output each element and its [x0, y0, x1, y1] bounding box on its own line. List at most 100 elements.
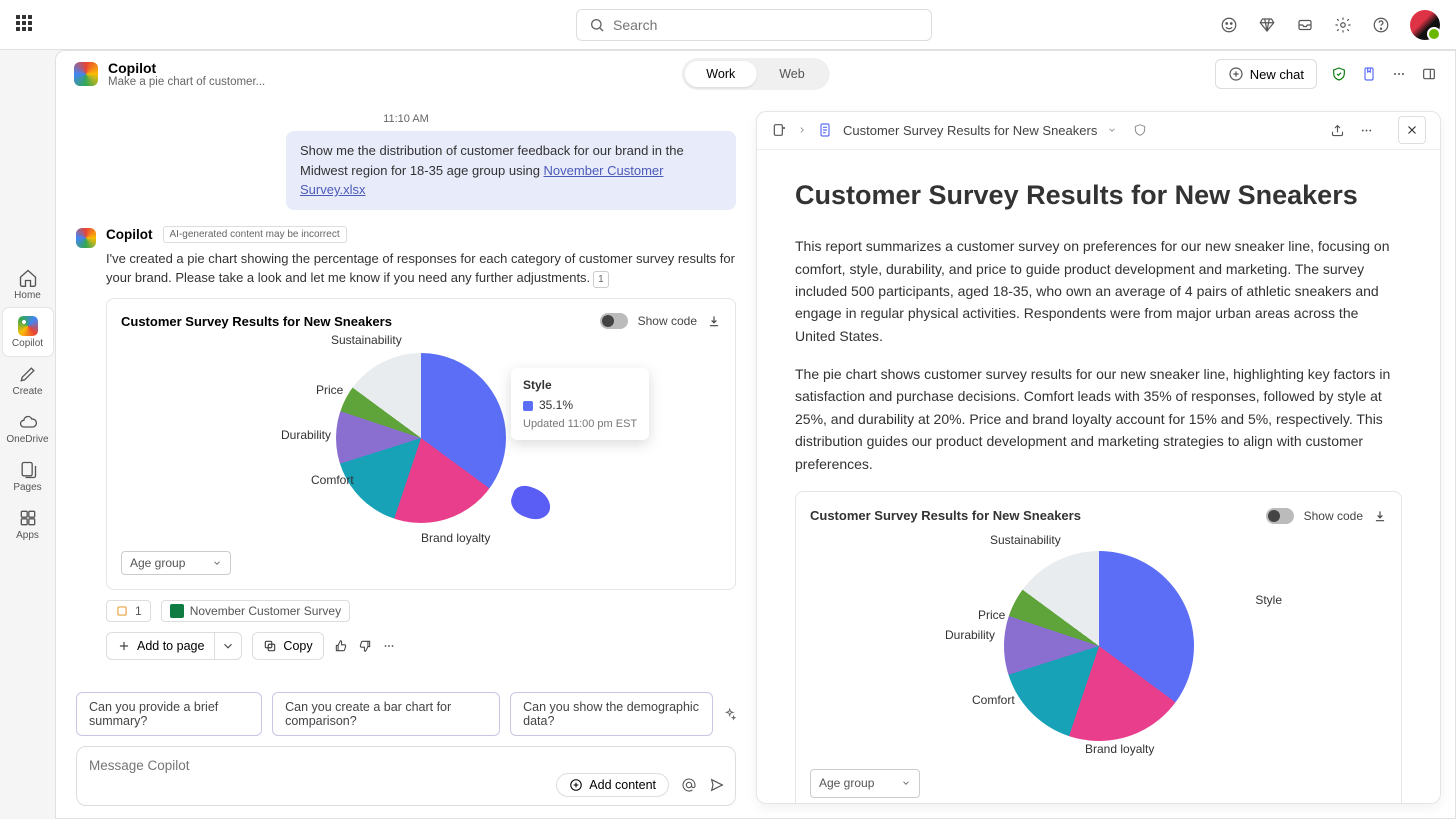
panel-doc-title[interactable]: Customer Survey Results for New Sneakers — [843, 123, 1097, 138]
panel-label-comfort: Comfort — [972, 691, 1015, 710]
panel-chart-card: Customer Survey Results for New Sneakers… — [795, 491, 1402, 803]
rail-onedrive-label: OneDrive — [6, 434, 48, 445]
rail-home[interactable]: Home — [3, 260, 53, 308]
add-content-label: Add content — [589, 778, 656, 792]
label-comfort: Comfort — [311, 473, 354, 487]
inbox-icon[interactable] — [1296, 16, 1314, 34]
pages-icon — [18, 460, 38, 480]
more-icon[interactable] — [1391, 66, 1407, 82]
panel-chart-title: Customer Survey Results for New Sneakers — [810, 506, 1081, 527]
suggestion-2[interactable]: Can you create a bar chart for compariso… — [272, 692, 500, 736]
diamond-icon[interactable] — [1258, 16, 1276, 34]
download-icon[interactable] — [1373, 509, 1387, 523]
reference-badge[interactable]: 1 — [593, 271, 609, 288]
more-actions-icon[interactable] — [382, 639, 396, 653]
plugin-icon — [115, 604, 129, 618]
panel-pie-graphic — [1004, 551, 1194, 741]
tab-work[interactable]: Work — [684, 61, 757, 87]
thumbs-down-icon[interactable] — [358, 639, 372, 653]
tooltip-title: Style — [523, 378, 637, 392]
rail-create[interactable]: Create — [3, 356, 53, 404]
message-input-box[interactable]: Add content — [76, 746, 736, 806]
rail-pages-label: Pages — [13, 482, 41, 493]
article-h1: Customer Survey Results for New Sneakers — [795, 174, 1402, 217]
more-icon[interactable] — [1359, 123, 1374, 138]
header-subtitle: Make a pie chart of customer... — [108, 76, 265, 88]
age-group-label: Age group — [130, 556, 185, 570]
panel-show-code-toggle[interactable] — [1266, 508, 1294, 524]
panel-toggle-icon[interactable] — [1421, 66, 1437, 82]
suggestion-3[interactable]: Can you show the demographic data? — [510, 692, 712, 736]
tooltip-value: 35.1% — [539, 398, 573, 412]
show-code-toggle[interactable] — [600, 313, 628, 329]
rail-pages[interactable]: Pages — [3, 452, 53, 500]
label-price: Price — [316, 383, 343, 397]
search-icon — [589, 17, 605, 33]
panel-age-group-select[interactable]: Age group — [810, 769, 920, 798]
pages-add-icon[interactable] — [771, 122, 787, 138]
pie-chart: Sustainability Price Durability Comfort … — [121, 333, 721, 543]
add-content-button[interactable]: Add content — [556, 773, 669, 797]
chevron-right-icon — [797, 125, 807, 135]
suggestion-1[interactable]: Can you provide a brief summary? — [76, 692, 262, 736]
rail-onedrive[interactable]: OneDrive — [3, 404, 53, 452]
rail-apps[interactable]: Apps — [3, 500, 53, 548]
chevron-down-icon[interactable] — [1107, 125, 1117, 135]
panel-label-durability: Durability — [945, 626, 995, 645]
assistant-text-content: I've created a pie chart showing the per… — [106, 251, 735, 286]
age-group-select[interactable]: Age group — [121, 551, 231, 575]
help-icon[interactable] — [1372, 16, 1390, 34]
left-rail: Home Copilot Create OneDrive Pages Apps — [0, 50, 55, 819]
app-launcher-icon[interactable] — [16, 15, 36, 35]
context-tabs: Work Web — [681, 58, 829, 90]
article-p1: This report summarizes a customer survey… — [795, 235, 1402, 347]
bookmark-icon[interactable] — [1361, 66, 1377, 82]
assistant-name: Copilot — [106, 227, 153, 242]
add-to-page-dropdown[interactable] — [215, 632, 242, 660]
rail-copilot[interactable]: Copilot — [3, 308, 53, 356]
attachment-file-chip[interactable]: November Customer Survey — [161, 600, 350, 622]
rail-create-label: Create — [12, 386, 42, 397]
label-durability: Durability — [281, 428, 331, 442]
message-input[interactable] — [89, 758, 723, 773]
search-box[interactable] — [576, 9, 932, 41]
assistant-avatar-icon — [76, 228, 96, 248]
cursor-blob-icon — [507, 482, 555, 524]
chevron-down-icon — [221, 639, 235, 653]
settings-icon[interactable] — [1334, 16, 1352, 34]
action-row: Add to page Copy — [106, 632, 736, 660]
main-content: Copilot Make a pie chart of customer... … — [55, 50, 1456, 819]
rail-home-label: Home — [14, 290, 41, 301]
emoji-icon[interactable] — [1220, 16, 1238, 34]
excel-icon — [170, 604, 184, 618]
add-to-page-button[interactable]: Add to page — [106, 632, 215, 660]
thumbs-up-icon[interactable] — [334, 639, 348, 653]
panel-pie-chart: Sustainability Price Durability Comfort … — [810, 531, 1387, 761]
search-input[interactable] — [613, 17, 919, 33]
tooltip-updated: Updated 11:00 pm EST — [523, 418, 637, 430]
panel-header: Customer Survey Results for New Sneakers — [757, 112, 1440, 150]
new-chat-button[interactable]: New chat — [1215, 59, 1317, 89]
shield-icon[interactable] — [1133, 123, 1147, 137]
header-title: Copilot — [108, 60, 265, 77]
attachment-filename: November Customer Survey — [190, 604, 341, 618]
attachment-count-chip[interactable]: 1 — [106, 600, 151, 622]
mention-icon[interactable] — [681, 777, 697, 793]
share-icon[interactable] — [1330, 123, 1345, 138]
attachment-row: 1 November Customer Survey — [106, 600, 736, 622]
copy-button[interactable]: Copy — [252, 632, 323, 660]
sparkle-icon[interactable] — [723, 706, 736, 722]
panel-show-code-label: Show code — [1304, 507, 1363, 526]
close-icon[interactable] — [1398, 116, 1426, 144]
label-sustainability: Sustainability — [331, 333, 402, 347]
side-panel: Customer Survey Results for New Sneakers… — [756, 111, 1441, 804]
copilot-logo-large — [74, 62, 98, 86]
cloud-icon — [18, 412, 38, 432]
copy-label: Copy — [283, 639, 312, 653]
chat-column: 11:10 AM Show me the distribution of cus… — [56, 97, 756, 818]
send-icon[interactable] — [709, 777, 725, 793]
avatar[interactable] — [1410, 10, 1440, 40]
tab-web[interactable]: Web — [757, 61, 826, 87]
download-icon[interactable] — [707, 314, 721, 328]
shield-check-icon[interactable] — [1331, 66, 1347, 82]
